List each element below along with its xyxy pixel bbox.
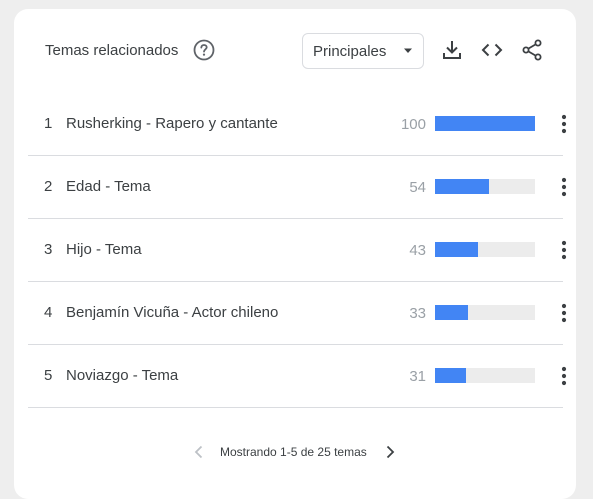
topic-name[interactable]: Rusherking - Rapero y cantante	[66, 115, 278, 132]
filter-select-value: Principales	[313, 43, 387, 60]
download-icon[interactable]	[440, 38, 464, 62]
more-options-icon[interactable]	[554, 364, 574, 388]
chevron-right-icon[interactable]	[383, 444, 397, 460]
topic-row[interactable]: 4 Benjamín Vicuña - Actor chileno 33	[28, 282, 567, 345]
pagination: Mostrando 1-5 de 25 temas	[14, 442, 576, 462]
share-icon[interactable]	[520, 38, 544, 62]
chevron-left-icon	[194, 445, 203, 459]
interest-bar-fill	[435, 179, 489, 194]
topic-value: 31	[409, 368, 426, 385]
interest-bar-fill	[435, 368, 466, 383]
topic-rank: 1	[44, 115, 53, 132]
topic-list: 1 Rusherking - Rapero y cantante 100 2 Edad …	[28, 93, 567, 408]
more-options-icon[interactable]	[554, 175, 574, 199]
interest-bar-track	[435, 305, 535, 320]
topic-row[interactable]: 2 Edad - Tema 54	[28, 156, 567, 219]
interest-bar-fill	[435, 242, 478, 257]
help-icon[interactable]	[193, 39, 215, 61]
topic-name[interactable]: Edad - Tema	[66, 178, 151, 195]
topic-name[interactable]: Benjamín Vicuña - Actor chileno	[66, 304, 278, 321]
topic-name[interactable]: Noviazgo - Tema	[66, 367, 178, 384]
interest-bar-track	[435, 179, 535, 194]
related-topics-card: Temas relacionados Principales 1 Rusherki…	[14, 9, 576, 499]
interest-bar-track	[435, 242, 535, 257]
topic-row[interactable]: 3 Hijo - Tema 43	[28, 219, 567, 282]
topic-rank: 4	[44, 304, 53, 321]
interest-bar-track	[435, 368, 535, 383]
filter-select[interactable]: Principales	[302, 33, 424, 69]
topic-value: 54	[409, 179, 426, 196]
topic-value: 33	[409, 305, 426, 322]
interest-bar-track	[435, 116, 535, 131]
interest-bar-fill	[435, 116, 535, 131]
topic-rank: 5	[44, 367, 53, 384]
card-header: Temas relacionados Principales	[14, 9, 576, 93]
more-options-icon[interactable]	[554, 238, 574, 262]
more-options-icon[interactable]	[554, 112, 574, 136]
topic-value: 43	[409, 242, 426, 259]
topic-row[interactable]: 5 Noviazgo - Tema 31	[28, 345, 567, 408]
topic-name[interactable]: Hijo - Tema	[66, 241, 142, 258]
caret-down-icon	[404, 48, 412, 53]
card-title: Temas relacionados	[45, 42, 179, 59]
pagination-text: Mostrando 1-5 de 25 temas	[220, 445, 367, 459]
more-options-icon[interactable]	[554, 301, 574, 325]
topic-rank: 2	[44, 178, 53, 195]
embed-code-icon[interactable]	[480, 38, 504, 62]
topic-rank: 3	[44, 241, 53, 258]
interest-bar-fill	[435, 305, 468, 320]
topic-value: 100	[400, 116, 426, 133]
topic-row[interactable]: 1 Rusherking - Rapero y cantante 100	[28, 93, 567, 156]
